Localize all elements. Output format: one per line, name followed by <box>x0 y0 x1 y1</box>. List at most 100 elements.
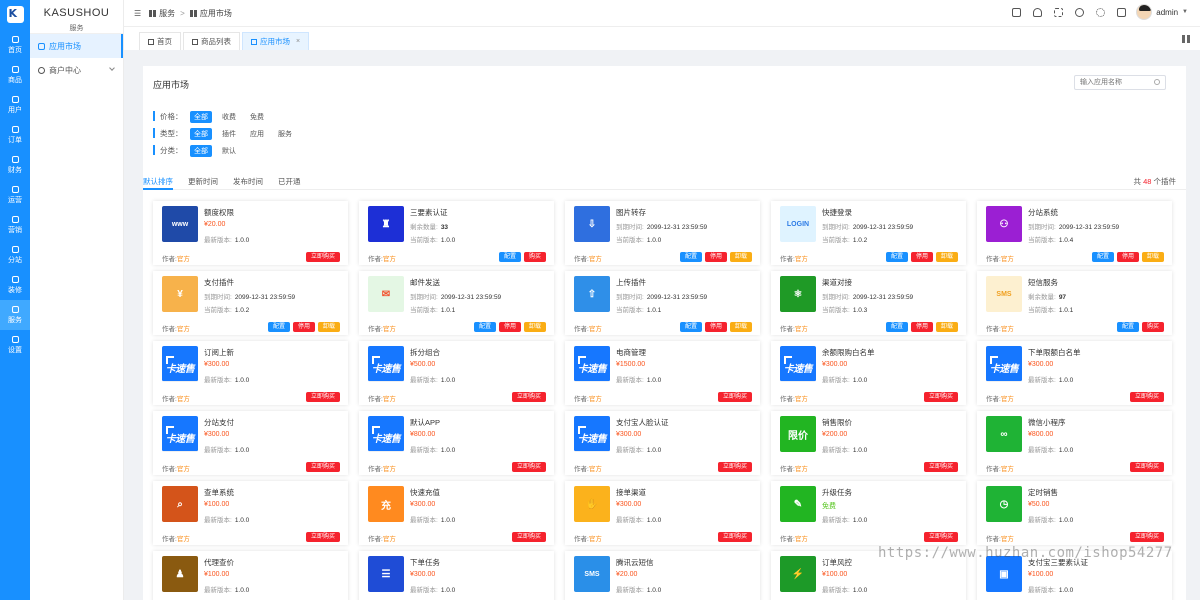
rail-item[interactable]: 运营 <box>0 180 30 210</box>
stop-button[interactable]: 停用 <box>704 252 727 262</box>
plugin-card[interactable]: 充快速充值 ¥300.00 最新版本: 1.0.0 作者:官方 立即购买 <box>359 481 554 545</box>
buy-button[interactable]: 立即购买 <box>717 462 752 472</box>
home-icon[interactable] <box>1012 7 1022 17</box>
chevron-down-icon[interactable]: ▼ <box>1182 9 1188 15</box>
buy-button[interactable]: 立即购买 <box>1129 392 1164 402</box>
theme-icon[interactable] <box>1075 7 1085 17</box>
buy-button[interactable]: 立即购买 <box>923 392 958 402</box>
buy-button[interactable]: 立即购买 <box>1129 462 1164 472</box>
sort-publish-time[interactable]: 发布时间 <box>233 176 263 187</box>
user-name[interactable]: admin <box>1156 8 1178 17</box>
buy-button[interactable]: 立即购买 <box>923 532 958 542</box>
rail-item[interactable]: 装修 <box>0 270 30 300</box>
plugin-card[interactable]: SMS 腾讯云短信 ¥20.00 最新版本: 1.0.0 <box>565 551 760 600</box>
refresh-icon[interactable] <box>1096 7 1106 17</box>
collapse-menu-icon[interactable]: ☰ <box>134 9 141 18</box>
plugin-card[interactable]: 卡速售 电商管理 ¥1500.00 最新版本: 1.0.0 作者:官方 立即购买 <box>565 341 760 405</box>
plugin-card[interactable]: ⇩ 图片转存 到期时间: 2099-12-31 23:59:59 当前版本: 1.0.0 作… <box>565 201 760 265</box>
subnav-item-app-market[interactable]: 应用市场 <box>30 34 123 58</box>
unload-button[interactable]: 卸载 <box>1141 252 1164 262</box>
sort-update-time[interactable]: 更新时间 <box>188 176 218 187</box>
buy-short-button[interactable]: 购买 <box>523 252 546 262</box>
filter-option[interactable]: 默认 <box>218 145 240 157</box>
breadcrumb-parent[interactable]: 服务 <box>159 8 175 19</box>
config-button[interactable]: 配置 <box>679 252 702 262</box>
buy-short-button[interactable]: 购买 <box>1141 322 1164 332</box>
tab-app-market[interactable]: 应用市场 × <box>242 32 310 50</box>
buy-button[interactable]: 立即购买 <box>923 462 958 472</box>
rail-item[interactable]: 分站 <box>0 240 30 270</box>
buy-button[interactable]: 立即购买 <box>305 252 340 262</box>
filter-option[interactable]: 全部 <box>190 127 212 140</box>
unload-button[interactable]: 卸载 <box>523 322 546 332</box>
close-icon[interactable]: × <box>296 38 300 45</box>
fullscreen-icon[interactable] <box>1054 7 1064 17</box>
search-input[interactable] <box>1074 75 1166 90</box>
filter-option[interactable]: 收费 <box>218 111 240 123</box>
plugin-card[interactable]: ✋ 接单渠道 ¥300.00 最新版本: 1.0.0 作者:官方 立即购买 <box>565 481 760 545</box>
plugin-card[interactable]: ⇧ 上传插件 到期时间: 2099-12-31 23:59:59 当前版本: 1.0.1 作… <box>565 271 760 335</box>
filter-option[interactable]: 插件 <box>218 128 240 140</box>
plugin-card[interactable]: ♜ 三要素认证 剩余数量: 33 当前版本: 1.0.0 作者:官方 配置 购买 <box>359 201 554 265</box>
buy-button[interactable]: 立即购买 <box>305 532 340 542</box>
unload-button[interactable]: 卸载 <box>729 252 752 262</box>
unload-button[interactable]: 卸载 <box>729 322 752 332</box>
buy-button[interactable]: 立即购买 <box>1129 532 1164 542</box>
plugin-card[interactable]: LOGIN 快捷登录 到期时间: 2099-12-31 23:59:59 当前版本: 1.… <box>771 201 966 265</box>
rail-item[interactable]: 服务 <box>0 300 30 330</box>
buy-button[interactable]: 立即购买 <box>511 462 546 472</box>
plugin-card[interactable]: 卡速售 支付宝人脸认证 ¥300.00 最新版本: 1.0.0 作者:官方 立即购买 <box>565 411 760 475</box>
buy-button[interactable]: 立即购买 <box>305 462 340 472</box>
config-button[interactable]: 配置 <box>267 322 290 332</box>
plugin-card[interactable]: 卡速售 余额限购白名单 ¥300.00 最新版本: 1.0.0 作者:官方 立即购买 <box>771 341 966 405</box>
plugin-card[interactable]: 卡速售 下单限额白名单 ¥300.00 最新版本: 1.0.0 作者:官方 立即购买 <box>977 341 1172 405</box>
sort-default[interactable]: 默认排序 <box>143 176 173 187</box>
filter-option[interactable]: 服务 <box>274 128 296 140</box>
plugin-card[interactable]: ◷ 定时销售 ¥50.00 最新版本: 1.0.0 作者:官方 立即购买 <box>977 481 1172 545</box>
stop-button[interactable]: 停用 <box>292 322 315 332</box>
stop-button[interactable]: 停用 <box>498 322 521 332</box>
buy-button[interactable]: 立即购买 <box>717 532 752 542</box>
buy-button[interactable]: 立即购买 <box>511 532 546 542</box>
rail-item[interactable]: 商品 <box>0 60 30 90</box>
plugin-card[interactable]: 卡速售 拆分组合 ¥500.00 最新版本: 1.0.0 作者:官方 立即购买 <box>359 341 554 405</box>
tab-goods-list[interactable]: 商品列表 <box>183 32 240 50</box>
rail-item[interactable]: 用户 <box>0 90 30 120</box>
config-button[interactable]: 配置 <box>498 252 521 262</box>
plugin-card[interactable]: SMS 短信服务 剩余数量: 97 当前版本: 1.0.1 作者:官方 配置 购买 <box>977 271 1172 335</box>
plugin-card[interactable]: ⚛ 渠道对接 到期时间: 2099-12-31 23:59:59 当前版本: 1.0.3 作… <box>771 271 966 335</box>
plugin-card[interactable]: 限价 销售限价 ¥200.00 最新版本: 1.0.0 作者:官方 立即购买 <box>771 411 966 475</box>
lock-icon[interactable] <box>1117 7 1127 17</box>
rail-item[interactable]: 设置 <box>0 330 30 360</box>
rail-item[interactable]: 营销 <box>0 210 30 240</box>
filter-option[interactable]: 全部 <box>190 110 212 123</box>
filter-option[interactable]: 全部 <box>190 144 212 157</box>
search-icon[interactable] <box>1154 79 1160 85</box>
buy-button[interactable]: 立即购买 <box>305 392 340 402</box>
plugin-card[interactable]: ∞ 微信小程序 ¥800.00 最新版本: 1.0.0 作者:官方 立即购买 <box>977 411 1172 475</box>
config-button[interactable]: 配置 <box>885 252 908 262</box>
plugin-card[interactable]: ⌕ 查单系统 ¥100.00 最新版本: 1.0.0 作者:官方 立即购买 <box>153 481 348 545</box>
sort-enabled[interactable]: 已开通 <box>278 176 301 187</box>
config-button[interactable]: 配置 <box>473 322 496 332</box>
rail-item[interactable]: 首页 <box>0 30 30 60</box>
bell-icon[interactable] <box>1033 7 1043 17</box>
plugin-card[interactable]: ✉ 邮件发送 到期时间: 2099-12-31 23:59:59 当前版本: 1.0.1 作… <box>359 271 554 335</box>
unload-button[interactable]: 卸载 <box>317 322 340 332</box>
plugin-card[interactable]: ✎ 升级任务 免费 最新版本: 1.0.0 作者:官方 立即购买 <box>771 481 966 545</box>
buy-button[interactable]: 立即购买 <box>511 392 546 402</box>
config-button[interactable]: 配置 <box>1091 252 1114 262</box>
stop-button[interactable]: 停用 <box>910 252 933 262</box>
rail-item[interactable]: 订单 <box>0 120 30 150</box>
buy-button[interactable]: 立即购买 <box>717 392 752 402</box>
config-button[interactable]: 配置 <box>1116 322 1139 332</box>
plugin-card[interactable]: ♟ 代理查价 ¥100.00 最新版本: 1.0.0 <box>153 551 348 600</box>
stop-button[interactable]: 停用 <box>910 322 933 332</box>
config-button[interactable]: 配置 <box>679 322 702 332</box>
filter-option[interactable]: 免费 <box>246 111 268 123</box>
filter-option[interactable]: 应用 <box>246 128 268 140</box>
tab-home[interactable]: 首页 <box>139 32 181 50</box>
plugin-card[interactable]: www 额度权限 ¥20.00 最新版本: 1.0.0 作者:官方 立即购买 <box>153 201 348 265</box>
plugin-card[interactable]: ⚇ 分站系统 到期时间: 2099-12-31 23:59:59 当前版本: 1.0.4 作… <box>977 201 1172 265</box>
plugin-card[interactable]: 卡速售 分站支付 ¥300.00 最新版本: 1.0.0 作者:官方 立即购买 <box>153 411 348 475</box>
